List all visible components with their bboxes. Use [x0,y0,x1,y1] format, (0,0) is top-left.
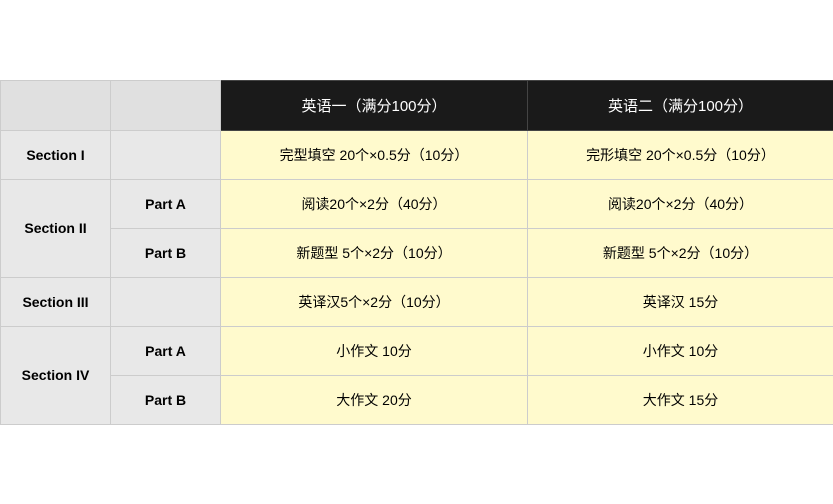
en1-cell: 完型填空 20个×0.5分（10分） [221,130,528,179]
en2-cell: 新题型 5个×2分（10分） [528,228,833,277]
section-cell: Section IV [1,326,111,424]
table-row: Section IIPart A阅读20个×2分（40分）阅读20个×2分（40… [1,179,833,228]
part-cell: Part B [111,228,221,277]
en1-cell: 英译汉5个×2分（10分） [221,277,528,326]
en1-cell: 小作文 10分 [221,326,528,375]
section-cell: Section I [1,130,111,179]
en2-cell: 大作文 15分 [528,375,833,424]
en2-cell: 完形填空 20个×0.5分（10分） [528,130,833,179]
part-cell: Part A [111,326,221,375]
table-wrapper: 英语一（满分100分） 英语二（满分100分） Section I 完型填空 20… [0,80,833,425]
header-empty-2 [111,80,221,130]
en2-cell: 小作文 10分 [528,326,833,375]
table-row: Section IVPart A小作文 10分小作文 10分 [1,326,833,375]
part-cell: Part A [111,179,221,228]
en2-cell: 阅读20个×2分（40分） [528,179,833,228]
header-en2: 英语二（满分100分） [528,80,833,130]
en1-cell: 大作文 20分 [221,375,528,424]
table-row: Section I 完型填空 20个×0.5分（10分）完形填空 20个×0.5分… [1,130,833,179]
table-row: Section III 英译汉5个×2分（10分）英译汉 15分 [1,277,833,326]
part-cell [111,277,221,326]
comparison-table: 英语一（满分100分） 英语二（满分100分） Section I 完型填空 20… [0,80,833,425]
table-row: Part B新题型 5个×2分（10分）新题型 5个×2分（10分） [1,228,833,277]
section-cell: Section II [1,179,111,277]
part-cell [111,130,221,179]
part-cell: Part B [111,375,221,424]
section-cell: Section III [1,277,111,326]
header-empty-1 [1,80,111,130]
header-en1: 英语一（满分100分） [221,80,528,130]
table-row: Part B大作文 20分大作文 15分 [1,375,833,424]
en1-cell: 新题型 5个×2分（10分） [221,228,528,277]
en2-cell: 英译汉 15分 [528,277,833,326]
en1-cell: 阅读20个×2分（40分） [221,179,528,228]
